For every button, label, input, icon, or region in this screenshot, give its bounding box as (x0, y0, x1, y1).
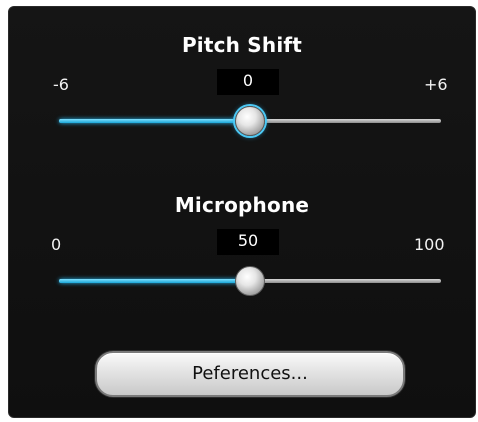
pitch-shift-title: Pitch Shift (181, 33, 303, 57)
pitch-shift-track-fill (59, 119, 250, 123)
pitch-shift-min-label: -6 (53, 75, 69, 94)
microphone-thumb[interactable] (235, 266, 265, 296)
microphone-title: Microphone (174, 193, 310, 217)
pitch-shift-thumb[interactable] (235, 106, 265, 136)
microphone-value-display: 50 (217, 229, 279, 255)
pitch-shift-value-display: 0 (217, 69, 279, 95)
pitch-shift-max-label: +6 (424, 75, 448, 94)
microphone-max-label: 100 (414, 235, 445, 254)
preferences-button[interactable]: Peferences... (95, 351, 405, 397)
microphone-track-fill (59, 279, 250, 283)
audio-settings-panel: Pitch Shift -6 +6 0 Microphone 0 100 50 … (8, 6, 476, 418)
microphone-min-label: 0 (51, 235, 62, 254)
